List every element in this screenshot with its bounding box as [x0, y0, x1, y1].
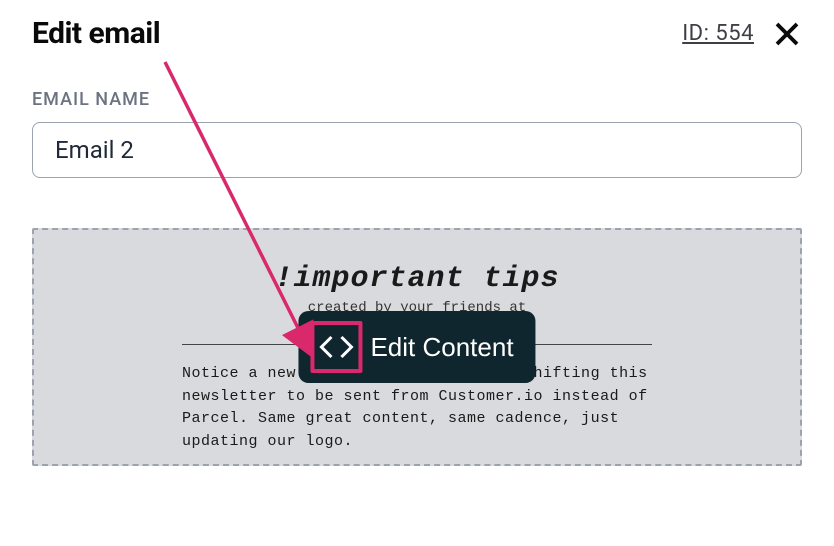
- close-icon: [774, 21, 800, 47]
- email-name-input[interactable]: [32, 122, 802, 178]
- close-button[interactable]: [772, 19, 802, 49]
- edit-content-button[interactable]: Edit Content: [298, 311, 535, 383]
- page-title: Edit email: [32, 16, 160, 51]
- edit-content-label: Edit Content: [370, 332, 513, 363]
- preview-title: !important tips: [54, 262, 780, 296]
- code-icon: [312, 323, 360, 371]
- email-name-label: EMAIL NAME: [32, 89, 802, 110]
- email-id-link[interactable]: ID: 554: [682, 21, 754, 46]
- email-preview-panel[interactable]: !important tips created by your friends …: [32, 228, 802, 466]
